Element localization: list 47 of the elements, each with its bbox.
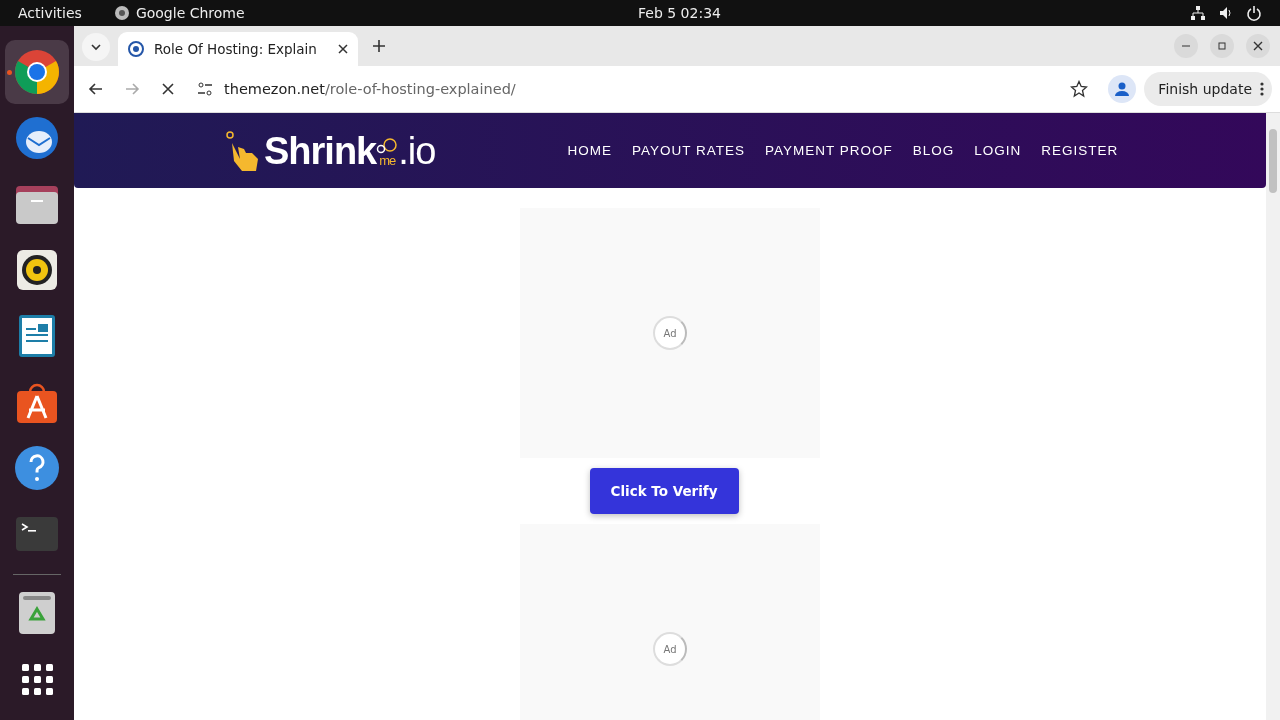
power-icon[interactable]	[1246, 5, 1262, 21]
network-icon[interactable]	[1190, 5, 1206, 21]
chrome-icon	[113, 5, 130, 21]
chevron-down-icon	[90, 41, 102, 53]
nav-link[interactable]: BLOG	[912, 143, 955, 158]
volume-icon[interactable]	[1218, 5, 1234, 21]
site-favicon-icon	[128, 41, 144, 57]
profile-button[interactable]	[1108, 75, 1137, 103]
nav-link[interactable]: PAYOUT RATES	[631, 143, 745, 158]
site-logo[interactable]: Shrink me.io	[224, 128, 436, 173]
restore-window-button[interactable]	[1210, 34, 1234, 58]
minimize-window-button[interactable]	[1174, 34, 1198, 58]
activities-button[interactable]: Activities	[18, 5, 82, 21]
close-tab-icon[interactable]	[338, 44, 348, 54]
nav-link[interactable]: LOGIN	[974, 143, 1022, 158]
dock-item[interactable]	[5, 40, 69, 104]
minimize-icon	[1181, 45, 1191, 47]
clock[interactable]: Feb 5 02:34	[638, 5, 721, 21]
ad-badge: Ad	[653, 316, 687, 350]
help-icon	[13, 444, 61, 492]
ad-placeholder[interactable]: Ad	[520, 208, 820, 458]
back-arrow-icon	[88, 81, 104, 97]
browser-tab[interactable]: Role Of Hosting: Explain	[118, 32, 358, 66]
star-icon[interactable]	[1070, 80, 1089, 98]
verify-button[interactable]: Click To Verify	[589, 468, 739, 514]
new-tab-icon[interactable]	[372, 39, 386, 53]
ad-badge: Ad	[653, 632, 687, 666]
nav-link[interactable]: HOME	[567, 143, 612, 158]
site-settings-icon[interactable]	[196, 80, 214, 98]
close-icon	[1253, 41, 1263, 51]
finish-update-button[interactable]: Finish update	[1144, 72, 1272, 106]
ad-placeholder[interactable]: Ad	[520, 524, 820, 720]
bird-mail-icon	[13, 114, 61, 162]
forward-arrow-icon	[124, 81, 140, 97]
nav-link[interactable]: REGISTER	[1041, 143, 1119, 158]
nav-link[interactable]: PAYMENT PROOF	[764, 143, 893, 158]
scrollbar-thumb[interactable]	[1269, 129, 1277, 193]
person-icon	[1114, 81, 1131, 97]
more-icon	[1260, 81, 1264, 97]
close-window-button[interactable]	[1246, 34, 1270, 58]
close-icon	[161, 82, 175, 96]
app-name[interactable]: Google Chrome	[135, 5, 245, 21]
address-field[interactable]: themezon.net/role-of-hosting-explained/	[224, 81, 516, 97]
chrome-icon	[13, 48, 61, 96]
tab-list-button[interactable]	[82, 33, 110, 61]
rings-icon	[376, 137, 399, 154]
restore-icon	[1217, 41, 1227, 51]
